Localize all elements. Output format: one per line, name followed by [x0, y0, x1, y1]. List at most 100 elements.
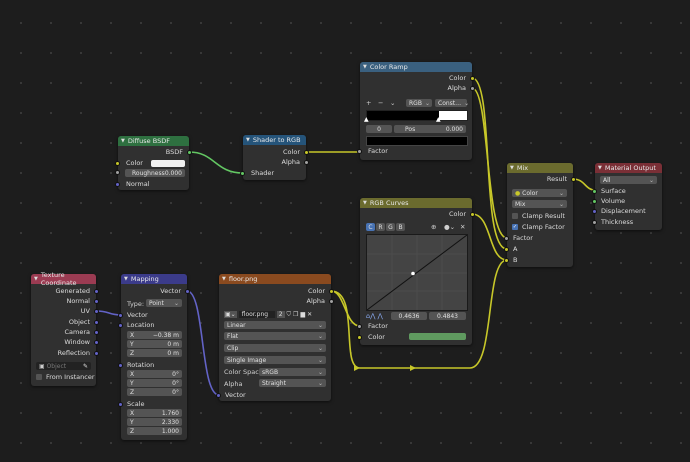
image-browse-icon[interactable]: ▣⌄ — [224, 311, 237, 318]
scale-y-field[interactable]: Y 2.330 — [127, 418, 182, 426]
color-swatch[interactable] — [409, 333, 466, 340]
output-vector-socket[interactable] — [185, 289, 190, 294]
input-scale-socket[interactable] — [118, 402, 123, 407]
rotation-z-field[interactable]: Z 0° — [127, 388, 182, 396]
output-result-socket[interactable] — [571, 177, 576, 182]
collapse-chevron-icon[interactable]: ▼ — [363, 200, 367, 206]
node-header[interactable]: ▼ floor.png — [219, 274, 331, 284]
alpha-mode-dropdown[interactable]: Straight — [259, 379, 326, 387]
output-bsdf-socket[interactable] — [187, 150, 192, 155]
input-volume-socket[interactable] — [592, 199, 597, 204]
close-icon[interactable]: ✕ — [460, 223, 465, 231]
scale-z-field[interactable]: Z 1.000 — [127, 427, 182, 435]
point-y-field[interactable]: 0.4843 — [429, 312, 466, 320]
interpolation-dropdown[interactable]: Linear — [224, 321, 326, 329]
output-camera-socket[interactable] — [94, 330, 99, 335]
target-dropdown[interactable]: All — [600, 176, 657, 184]
node-header[interactable]: ▼ Mix — [507, 163, 573, 173]
node-shader-to-rgb[interactable]: ▼ Shader to RGB Color Alpha Shader — [240, 135, 309, 180]
tab-g[interactable]: G — [386, 223, 395, 231]
node-image-texture[interactable]: ▼ floor.png Color Alpha ▣⌄ floor.png 2 ⛉… — [216, 274, 334, 401]
data-type-dropdown[interactable]: ● Color — [512, 189, 567, 197]
type-dropdown[interactable]: Point — [146, 299, 182, 307]
node-diffuse-bsdf[interactable]: ▼ Diffuse BSDF BSDF Color Roughness 0.00… — [115, 136, 192, 190]
interpolation-dropdown[interactable]: Const… — [435, 99, 467, 107]
collapse-chevron-icon[interactable]: ▼ — [510, 165, 514, 171]
tab-b[interactable]: B — [396, 223, 405, 231]
checkbox-on[interactable]: ✓ — [512, 224, 518, 230]
color-swatch[interactable] — [151, 160, 185, 167]
node-rgb-curves[interactable]: ▼ RGB Curves Color C R G B ⊕ ●⌄ ✕ ⌂⋀ ⋀ 0… — [357, 198, 475, 345]
from-instancer-checkbox[interactable]: From Instancer — [36, 372, 95, 382]
collapse-chevron-icon[interactable]: ▼ — [598, 165, 602, 171]
collapse-chevron-icon[interactable]: ▼ — [222, 276, 226, 282]
point-x-field[interactable]: 0.4636 — [391, 312, 427, 320]
handle-type-dropdown-icon[interactable]: ●⌄ — [444, 223, 455, 231]
ramp-menu-chevron-icon[interactable]: ⌄ — [390, 99, 395, 107]
output-alpha-socket[interactable] — [304, 160, 309, 165]
input-factor-socket[interactable] — [504, 236, 509, 241]
curve-graph[interactable] — [366, 234, 468, 311]
image-selector[interactable]: ▣⌄ floor.png 2 ⛉ ❐ ▆ ✕ — [224, 310, 312, 319]
rotation-y-field[interactable]: Y 0° — [127, 379, 182, 387]
input-vector-socket[interactable] — [118, 313, 123, 318]
input-a-socket[interactable] — [504, 247, 509, 252]
node-header[interactable]: ▼ RGB Curves — [360, 198, 472, 208]
output-alpha-socket[interactable] — [329, 299, 334, 304]
input-roughness-socket[interactable] — [115, 170, 120, 175]
output-object-socket[interactable] — [94, 320, 99, 325]
node-texture-coordinate[interactable]: ▼ Texture Coordinate Generated Normal UV… — [31, 271, 99, 386]
object-field[interactable]: ▣ Object ✎ — [36, 362, 91, 370]
node-material-output[interactable]: ▼ Material Output All Surface Volume Dis… — [592, 163, 662, 230]
input-location-socket[interactable] — [118, 323, 123, 328]
node-mix[interactable]: ▼ Mix Result ● Color Mix Clamp Result ✓ C… — [504, 163, 576, 267]
collapse-chevron-icon[interactable]: ▼ — [121, 138, 125, 144]
scale-x-field[interactable]: X 1.760 — [127, 409, 182, 417]
unlink-close-icon[interactable]: ✕ — [307, 311, 312, 318]
node-color-ramp[interactable]: ▼ Color Ramp Color Alpha + − ⌄ RGB Const… — [357, 62, 475, 160]
input-normal-socket[interactable] — [115, 182, 120, 187]
stop-position-field[interactable]: Pos 0.000 — [394, 125, 466, 133]
stop-index-field[interactable]: 0 — [366, 125, 392, 133]
source-dropdown[interactable]: Single Image — [224, 356, 326, 364]
output-color-socket[interactable] — [304, 150, 309, 155]
output-generated-socket[interactable] — [94, 289, 99, 294]
node-header[interactable]: ▼ Shader to RGB — [243, 135, 306, 145]
color-stop-0-handle[interactable]: ▲ — [364, 116, 369, 123]
output-color-socket[interactable] — [329, 289, 334, 294]
clamp-result-checkbox[interactable]: Clamp Result — [512, 211, 565, 221]
input-thickness-socket[interactable] — [592, 220, 597, 225]
eyedropper-icon[interactable]: ✎ — [83, 363, 88, 370]
input-displacement-socket[interactable] — [592, 209, 597, 214]
location-z-field[interactable]: Z 0 m — [127, 349, 182, 357]
extension-dropdown[interactable]: Clip — [224, 344, 326, 352]
add-stop-button[interactable]: + — [366, 99, 371, 107]
input-factor-socket[interactable] — [357, 149, 362, 154]
image-name-field[interactable]: floor.png — [238, 311, 275, 318]
input-factor-socket[interactable] — [357, 324, 362, 329]
input-color-socket[interactable] — [357, 335, 362, 340]
location-y-field[interactable]: Y 0 m — [127, 340, 182, 348]
ramp-gradient-bar[interactable] — [366, 110, 468, 121]
output-reflection-socket[interactable] — [94, 351, 99, 356]
roughness-field[interactable]: Roughness 0.000 — [125, 169, 185, 177]
output-normal-socket[interactable] — [94, 299, 99, 304]
duplicate-icon[interactable]: ❐ — [293, 311, 298, 318]
user-count[interactable]: 2 — [276, 311, 285, 318]
checkbox-off[interactable] — [512, 213, 518, 219]
collapse-chevron-icon[interactable]: ▼ — [363, 64, 367, 70]
rotation-x-field[interactable]: X 0° — [127, 370, 182, 378]
point-tool-icons[interactable]: ⌂⋀ ⋀ — [366, 312, 383, 320]
node-header[interactable]: ▼ Color Ramp — [360, 62, 472, 72]
fake-user-shield-icon[interactable]: ⛉ — [287, 311, 292, 319]
collapse-chevron-icon[interactable]: ▼ — [246, 137, 250, 143]
location-x-field[interactable]: X −0.38 m — [127, 331, 182, 339]
node-header[interactable]: ▼ Material Output — [595, 163, 662, 173]
output-window-socket[interactable] — [94, 340, 99, 345]
node-mapping[interactable]: ▼ Mapping Vector Type: Point Vector Loca… — [118, 274, 190, 440]
input-vector-socket[interactable] — [216, 393, 221, 398]
output-alpha-socket[interactable] — [470, 86, 475, 91]
color-stop-1-handle[interactable]: ▲ — [436, 116, 441, 123]
checkbox-off[interactable] — [36, 374, 42, 380]
blend-mode-dropdown[interactable]: Mix — [512, 200, 567, 208]
